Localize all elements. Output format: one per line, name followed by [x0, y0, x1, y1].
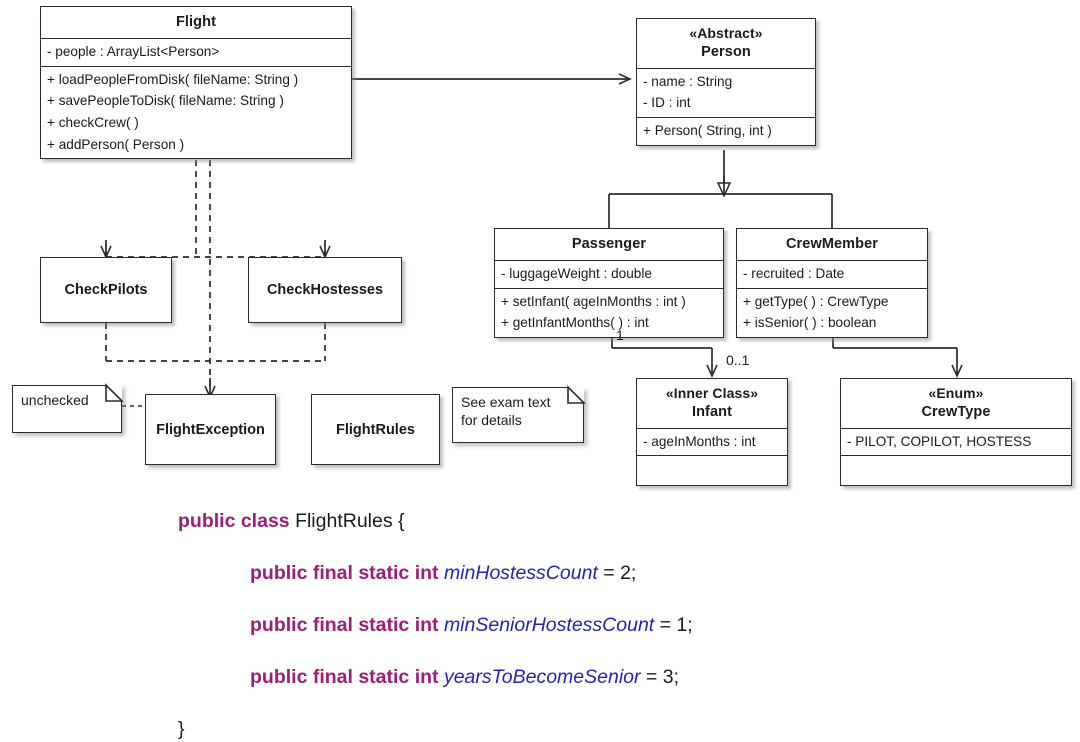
class-attributes-infant: - ageInMonths : int [637, 429, 787, 456]
class-attribute: - people : ArrayList<Person> [47, 44, 220, 60]
class-attribute: - ageInMonths : int [643, 433, 756, 449]
class-title-crewtype: «Enum» CrewType [841, 379, 1071, 428]
class-attribute: - PILOT, COPILOT, HOSTESS [847, 433, 1032, 449]
class-box-flightrules[interactable]: FlightRules [311, 394, 440, 465]
note-unchecked[interactable]: unchecked [12, 383, 124, 433]
class-attribute: - luggageWeight : double [501, 266, 652, 282]
class-title-checkhostesses: CheckHostesses [266, 282, 384, 298]
code-line: public final static int minHostessCount … [178, 560, 693, 586]
class-name-infant: Infant [691, 403, 733, 420]
code-token-id: minHostessCount [443, 562, 598, 584]
code-token-pl: = 2; [597, 562, 637, 584]
class-box-crewtype[interactable]: «Enum» CrewType - PILOT, COPILOT, HOSTES… [840, 378, 1072, 487]
multiplicity-passenger-side: 1 [616, 327, 624, 343]
code-token-id: minSeniorHostessCount [443, 614, 655, 636]
class-methods-crewmember: + getType( ) : CrewType + isSenior( ) : … [737, 289, 927, 337]
code-token-kw: public final static int [250, 562, 444, 584]
code-token-pl: } [178, 718, 185, 740]
class-box-crewmember[interactable]: CrewMember - recruited : Date + getType(… [736, 228, 928, 339]
class-attribute: - name : String [643, 73, 733, 89]
connector-check-arrowheads [100, 240, 331, 259]
class-method: + getInfantMonths( ) : int [501, 315, 649, 331]
code-token-kw: public final static int [250, 614, 444, 636]
class-title-passenger: Passenger [571, 236, 647, 252]
class-methods-infant [637, 456, 787, 485]
class-method: + checkCrew( ) [47, 115, 139, 131]
class-attribute: - ID : int [643, 95, 691, 111]
class-methods-crewtype [841, 456, 1071, 485]
class-box-infant[interactable]: «Inner Class» Infant - ageInMonths : int [636, 378, 788, 487]
class-title-checkpilots: CheckPilots [64, 282, 148, 298]
class-attributes-crewtype: - PILOT, COPILOT, HOSTESS [841, 429, 1071, 456]
class-method: + setInfant( ageInMonths : int ) [501, 293, 686, 309]
class-method: + loadPeopleFromDisk( fileName: String ) [47, 71, 299, 87]
class-box-passenger[interactable]: Passenger - luggageWeight : double + set… [494, 228, 724, 339]
class-method: + addPerson( Person ) [47, 136, 185, 152]
class-method: + getType( ) : CrewType [743, 293, 889, 309]
class-box-checkhostesses[interactable]: CheckHostesses [248, 257, 402, 323]
class-box-flightexception[interactable]: FlightException [145, 394, 276, 465]
note-text-unchecked: unchecked [21, 392, 89, 408]
note-exam-text[interactable]: See exam text for details [452, 385, 586, 443]
class-name-crewtype: CrewType [921, 403, 991, 420]
code-line: public class FlightRules { [178, 508, 693, 534]
class-box-flight[interactable]: Flight - people : ArrayList<Person> + lo… [40, 6, 352, 160]
code-token-pl: = 3; [640, 666, 679, 688]
class-method: + savePeopleToDisk( fileName: String ) [47, 93, 284, 109]
class-attributes-flight: - people : ArrayList<Person> [41, 39, 351, 66]
class-methods-person: + Person( String, int ) [637, 118, 815, 145]
code-token-id: yearsToBecomeSenior [443, 666, 641, 688]
class-title-flightexception: FlightException [156, 421, 265, 438]
class-title-crewmember: CrewMember [785, 236, 879, 252]
code-line: public final static int minSeniorHostess… [178, 612, 693, 638]
class-stereotype-person: «Abstract» [689, 25, 763, 41]
class-title-person: «Abstract» Person [637, 19, 815, 68]
connector-checks-flightexception [105, 323, 326, 362]
code-token-kw: public final static int [250, 666, 444, 688]
note-text-exam: See exam text for details [461, 394, 551, 428]
connector-flight-checks [105, 160, 326, 258]
class-stereotype-infant: «Inner Class» [665, 385, 759, 401]
class-method: + Person( String, int ) [643, 122, 772, 138]
code-line: public final static int yearsToBecomeSen… [178, 664, 693, 690]
code-token-kw: public class [178, 510, 296, 532]
class-method: + isSenior( ) : boolean [743, 315, 877, 331]
class-name-person: Person [701, 43, 751, 60]
class-attributes-passenger: - luggageWeight : double [495, 261, 723, 288]
class-title-flight: Flight [175, 14, 217, 30]
code-line: } [178, 716, 693, 742]
class-methods-flight: + loadPeopleFromDisk( fileName: String )… [41, 67, 351, 159]
class-attributes-person: - name : String - ID : int [637, 69, 815, 117]
class-stereotype-crewtype: «Enum» [928, 385, 984, 401]
class-attribute: - recruited : Date [743, 266, 845, 282]
class-title-infant: «Inner Class» Infant [637, 379, 787, 428]
code-token-pl: = 1; [654, 614, 693, 636]
code-token-pl: FlightRules { [295, 510, 405, 532]
class-box-person[interactable]: «Abstract» Person - name : String - ID :… [636, 18, 816, 146]
class-attributes-crewmember: - recruited : Date [737, 261, 927, 288]
connector-generalization-person [608, 150, 833, 228]
class-title-flightrules: FlightRules [336, 421, 415, 438]
class-methods-passenger: + setInfant( ageInMonths : int ) + getIn… [495, 289, 723, 337]
code-block-flightrules: public class FlightRules { public final … [178, 508, 693, 742]
class-box-checkpilots[interactable]: CheckPilots [40, 257, 172, 323]
multiplicity-infant-side: 0..1 [726, 352, 750, 368]
